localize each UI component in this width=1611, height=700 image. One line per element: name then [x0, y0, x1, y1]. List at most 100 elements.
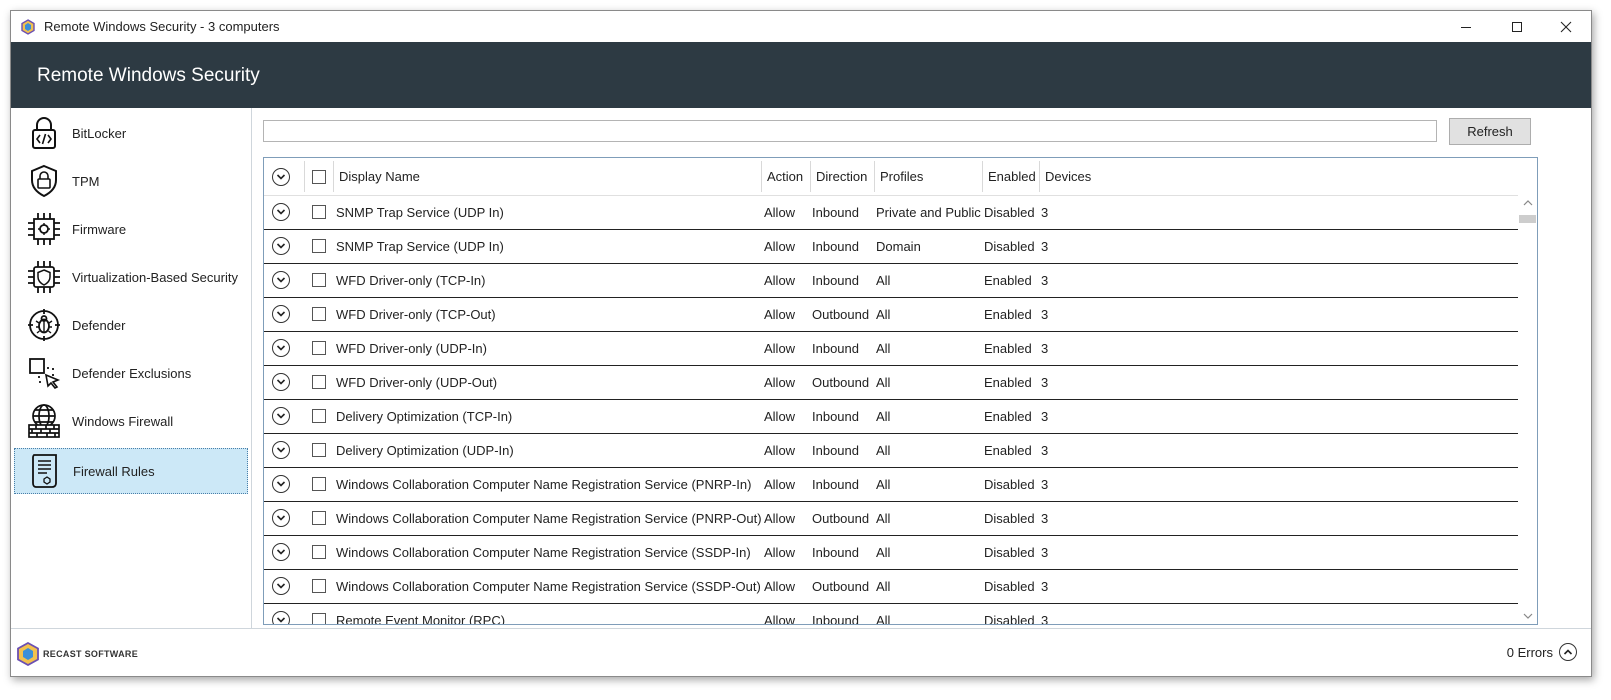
chevron-down-circle-icon	[272, 203, 290, 221]
column-header-action[interactable]: Action	[767, 158, 803, 195]
row-expand-button[interactable]	[272, 501, 290, 535]
status-bar: RECAST SOFTWARE 0 Errors	[11, 628, 1591, 676]
cell-profiles: All	[876, 476, 891, 492]
sidebar-item-label: Defender Exclusions	[72, 365, 192, 381]
row-checkbox[interactable]	[312, 433, 326, 467]
row-checkbox[interactable]	[312, 263, 326, 297]
errors-toggle[interactable]: 0 Errors	[1507, 643, 1577, 661]
column-header-enabled[interactable]: Enabled	[988, 158, 1036, 195]
sidebar-item-firewall-rules[interactable]: Firewall Rules	[14, 448, 248, 494]
row-checkbox[interactable]	[312, 535, 326, 569]
table-row[interactable]: WFD Driver-only (TCP-In) Allow Inbound All E…	[264, 263, 1518, 298]
row-checkbox[interactable]	[312, 365, 326, 399]
row-checkbox[interactable]	[312, 399, 326, 433]
table-row[interactable]: Windows Collaboration Computer Name Regi…	[264, 569, 1518, 604]
checkbox-icon	[312, 341, 326, 355]
row-expand-button[interactable]	[272, 297, 290, 331]
grid-header: Display Name Action Direction Profiles E…	[264, 158, 1518, 196]
table-row[interactable]: WFD Driver-only (TCP-Out) Allow Outbound Al…	[264, 297, 1518, 332]
sidebar-item-virtualization-based-security[interactable]: Virtualization-Based Security	[14, 255, 248, 299]
sidebar-item-defender[interactable]: Defender	[14, 303, 248, 347]
refresh-button[interactable]: Refresh	[1449, 118, 1531, 145]
expand-all-button[interactable]	[272, 158, 290, 195]
checkbox-icon	[312, 409, 326, 423]
cell-enabled: Enabled	[984, 340, 1032, 356]
select-all-checkbox[interactable]	[312, 158, 326, 195]
sidebar-item-label: Virtualization-Based Security	[72, 269, 238, 285]
column-header-devices[interactable]: Devices	[1045, 158, 1091, 195]
row-expand-button[interactable]	[272, 331, 290, 365]
sidebar-item-tpm[interactable]: TPM	[14, 159, 248, 203]
table-row[interactable]: Delivery Optimization (UDP-In) Allow Inbou…	[264, 433, 1518, 468]
cell-devices: 3	[1041, 578, 1049, 594]
row-expand-button[interactable]	[272, 535, 290, 569]
select-cursor-icon	[24, 353, 64, 393]
cell-display-name: Windows Collaboration Computer Name Regi…	[336, 578, 761, 594]
cell-devices: 3	[1041, 204, 1049, 220]
row-expand-button[interactable]	[272, 229, 290, 263]
row-expand-button[interactable]	[272, 365, 290, 399]
cell-direction: Inbound	[812, 272, 859, 288]
row-checkbox[interactable]	[312, 603, 326, 624]
sidebar-item-windows-firewall[interactable]: Windows Firewall	[14, 399, 248, 443]
column-header-profiles[interactable]: Profiles	[880, 158, 923, 195]
cell-enabled: Enabled	[984, 408, 1032, 424]
row-checkbox[interactable]	[312, 229, 326, 263]
table-row[interactable]: WFD Driver-only (UDP-Out) Allow Outbound Al…	[264, 365, 1518, 400]
cell-devices: 3	[1041, 306, 1049, 322]
row-expand-button[interactable]	[272, 433, 290, 467]
scroll-down-icon[interactable]	[1523, 612, 1533, 620]
sidebar-item-label: Firmware	[72, 221, 127, 237]
row-expand-button[interactable]	[272, 263, 290, 297]
close-button[interactable]	[1543, 11, 1589, 42]
table-row[interactable]: SNMP Trap Service (UDP In) Allow Inbound Pr…	[264, 195, 1518, 230]
cell-direction: Inbound	[812, 204, 859, 220]
row-expand-button[interactable]	[272, 195, 290, 229]
sidebar-item-firmware[interactable]: Firmware	[14, 207, 248, 251]
sidebar-item-defender-exclusions[interactable]: Defender Exclusions	[14, 351, 248, 395]
cell-profiles: All	[876, 544, 891, 560]
table-row[interactable]: WFD Driver-only (UDP-In) Allow Inbound All E…	[264, 331, 1518, 366]
cell-action: Allow	[764, 408, 796, 424]
scroll-up-icon[interactable]	[1523, 199, 1533, 207]
minimize-button[interactable]	[1443, 11, 1489, 42]
maximize-button[interactable]	[1494, 11, 1540, 42]
table-row[interactable]: Remote Event Monitor (RPC) Allow Inbound Al…	[264, 603, 1518, 625]
sidebar-item-bitlocker[interactable]: BitLocker	[14, 111, 248, 155]
chevron-down-circle-icon	[272, 611, 290, 624]
cell-display-name: Delivery Optimization (TCP-In)	[336, 408, 513, 424]
row-checkbox[interactable]	[312, 569, 326, 603]
cell-display-name: SNMP Trap Service (UDP In)	[336, 238, 504, 254]
cell-enabled: Enabled	[984, 272, 1032, 288]
sidebar: BitLocker TPM Firmware Virtualization-Ba…	[11, 108, 252, 628]
row-expand-button[interactable]	[272, 569, 290, 603]
row-checkbox[interactable]	[312, 467, 326, 501]
cell-direction: Outbound	[812, 510, 870, 526]
column-header-direction[interactable]: Direction	[816, 158, 867, 195]
errors-label: 0 Errors	[1506, 644, 1553, 660]
cell-enabled: Disabled	[984, 578, 1035, 594]
row-checkbox[interactable]	[312, 297, 326, 331]
row-expand-button[interactable]	[272, 399, 290, 433]
row-checkbox[interactable]	[312, 501, 326, 535]
vertical-scrollbar[interactable]	[1518, 195, 1537, 624]
column-header-display-name[interactable]: Display Name	[339, 158, 420, 195]
cell-enabled: Enabled	[984, 442, 1032, 458]
cell-direction: Inbound	[812, 408, 859, 424]
search-input[interactable]	[263, 120, 1437, 142]
table-row[interactable]: Delivery Optimization (TCP-In) Allow Inbou…	[264, 399, 1518, 434]
row-checkbox[interactable]	[312, 331, 326, 365]
table-row[interactable]: Windows Collaboration Computer Name Regi…	[264, 535, 1518, 570]
row-checkbox[interactable]	[312, 195, 326, 229]
table-row[interactable]: SNMP Trap Service (UDP In) Allow Inbound Do…	[264, 229, 1518, 264]
checkbox-icon	[312, 545, 326, 559]
cell-devices: 3	[1041, 408, 1049, 424]
cell-profiles: All	[876, 612, 891, 625]
brand-name: RECAST SOFTWARE	[43, 649, 139, 659]
table-row[interactable]: Windows Collaboration Computer Name Regi…	[264, 501, 1518, 536]
globe-wall-icon	[24, 401, 64, 441]
row-expand-button[interactable]	[272, 603, 290, 624]
table-row[interactable]: Windows Collaboration Computer Name Regi…	[264, 467, 1518, 502]
scrollbar-thumb[interactable]	[1519, 215, 1536, 223]
row-expand-button[interactable]	[272, 467, 290, 501]
